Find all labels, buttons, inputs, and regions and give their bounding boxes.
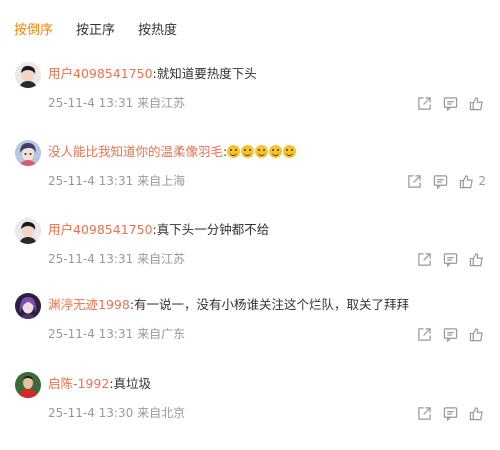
comment-meta: 25-11-4 13:31 来自江苏: [48, 96, 185, 110]
comment-username[interactable]: 启陈-1992: [48, 376, 109, 391]
comment-item: 渊渟无迹1998:有一说一，没有小杨谁关注这个烂队，取关了拜拜 25-11-4 …: [0, 293, 500, 371]
comment-username[interactable]: 用户4098541750: [48, 222, 153, 237]
share-icon[interactable]: [404, 171, 424, 191]
purple-hair-character-icon: [15, 293, 41, 319]
comment-icon[interactable]: [440, 93, 460, 113]
avatar[interactable]: [15, 293, 41, 319]
avatar[interactable]: [15, 218, 41, 244]
comment-time: 25-11-4 13:31: [48, 174, 134, 188]
comment-meta: 25-11-4 13:31 来自广东: [48, 327, 185, 341]
comment-location: 来自江苏: [137, 96, 186, 110]
like-count: 2: [478, 174, 486, 188]
grin-emoji-icon: [269, 145, 283, 158]
like-icon[interactable]: [466, 403, 486, 423]
comment-time: 25-11-4 13:31: [48, 252, 134, 266]
comment-text-line: 渊渟无迹1998:有一说一，没有小杨谁关注这个烂队，取关了拜拜: [48, 297, 409, 313]
comment-text-line: 用户4098541750:真下头一分钟都不给: [48, 222, 269, 238]
comment-text: :就知道要热度下头: [152, 66, 257, 81]
share-icon[interactable]: [414, 403, 434, 423]
comment-location: 来自江苏: [137, 252, 186, 266]
person-dark-hair-icon: [15, 62, 41, 88]
tab-sort-desc[interactable]: 按倒序: [14, 22, 53, 40]
share-icon[interactable]: [414, 93, 434, 113]
comment-username[interactable]: 用户4098541750: [48, 66, 153, 81]
comment-location: 来自广东: [137, 327, 186, 341]
person-dark-hair-icon: [15, 218, 41, 244]
tab-sort-hot[interactable]: 按热度: [138, 22, 177, 40]
anime-character-icon: [15, 140, 41, 166]
comment-time: 25-11-4 13:30: [48, 406, 134, 420]
comment-text-line: 启陈-1992:真垃圾: [48, 376, 151, 392]
comment-username[interactable]: 没人能比我知道你的温柔像羽毛: [48, 144, 223, 159]
comment-icon[interactable]: [440, 324, 460, 344]
grin-emoji-icon: [241, 145, 255, 158]
grin-emoji-icon: [255, 145, 269, 158]
comment-icon[interactable]: [440, 403, 460, 423]
grin-emoji-icon: [227, 145, 241, 158]
grin-emoji-icon: [283, 145, 297, 158]
comment-item: 没人能比我知道你的温柔像羽毛: 25-11-4 13:31 来自上海 2: [0, 140, 500, 218]
comment-item: 用户4098541750:就知道要热度下头 25-11-4 13:31 来自江苏: [0, 62, 500, 140]
comment-text-line: 用户4098541750:就知道要热度下头: [48, 66, 257, 82]
share-icon[interactable]: [414, 324, 434, 344]
comment-location: 来自上海: [137, 174, 186, 188]
comment-text-line: 没人能比我知道你的温柔像羽毛:: [48, 144, 297, 160]
like-icon[interactable]: [466, 93, 486, 113]
comment-icon[interactable]: [430, 171, 450, 191]
comment-time: 25-11-4 13:31: [48, 327, 134, 341]
avatar[interactable]: [15, 140, 41, 166]
comment-actions: 2: [398, 171, 486, 191]
comment-meta: 25-11-4 13:31 来自上海: [48, 174, 185, 188]
comment-username[interactable]: 渊渟无迹1998: [48, 297, 130, 312]
comment-icon[interactable]: [440, 249, 460, 269]
avatar[interactable]: [15, 372, 41, 398]
comment-meta: 25-11-4 13:30 来自北京: [48, 406, 185, 420]
red-jersey-player-icon: [15, 372, 41, 398]
comment-text: :真垃圾: [109, 376, 152, 391]
share-icon[interactable]: [414, 249, 434, 269]
comment-text: :有一说一，没有小杨谁关注这个烂队，取关了拜拜: [129, 297, 410, 312]
comment-item: 启陈-1992:真垃圾 25-11-4 13:30 来自北京: [0, 372, 500, 450]
comment-location: 来自北京: [137, 406, 186, 420]
like-icon[interactable]: [466, 249, 486, 269]
like-icon[interactable]: [466, 324, 486, 344]
comment-actions: [408, 403, 486, 423]
sort-tabs: 按倒序 按正序 按热度: [14, 22, 200, 40]
like-icon[interactable]: [456, 171, 476, 191]
comment-meta: 25-11-4 13:31 来自江苏: [48, 252, 185, 266]
comment-time: 25-11-4 13:31: [48, 96, 134, 110]
comment-actions: [408, 324, 486, 344]
tab-sort-asc[interactable]: 按正序: [76, 22, 115, 40]
comment-item: 用户4098541750:真下头一分钟都不给 25-11-4 13:31 来自江…: [0, 218, 500, 296]
avatar[interactable]: [15, 62, 41, 88]
comment-text: :真下头一分钟都不给: [152, 222, 270, 237]
comment-actions: [408, 249, 486, 269]
comment-actions: [408, 93, 486, 113]
